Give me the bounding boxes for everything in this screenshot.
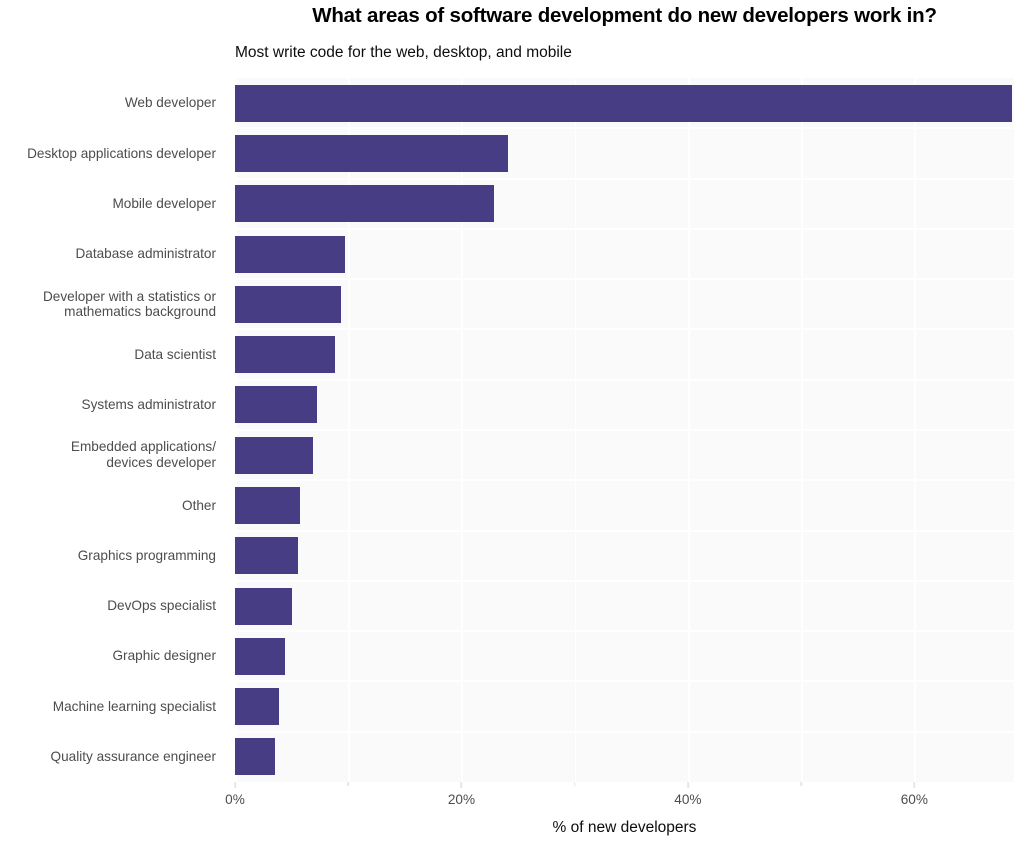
horizontal-gridline bbox=[235, 379, 1014, 381]
bar bbox=[235, 286, 341, 323]
bar bbox=[235, 638, 285, 675]
bar bbox=[235, 738, 275, 775]
chart-subtitle: Most write code for the web, desktop, an… bbox=[235, 44, 1014, 63]
bar bbox=[235, 386, 317, 423]
bar bbox=[235, 688, 279, 725]
y-axis-label: DevOps specialist bbox=[0, 588, 226, 625]
horizontal-gridline bbox=[235, 580, 1014, 582]
x-tick-mark-minor bbox=[574, 782, 576, 786]
bar bbox=[235, 135, 508, 172]
x-tick-mark bbox=[687, 782, 689, 788]
y-axis-label: Embedded applications/ devices developer bbox=[0, 437, 226, 474]
horizontal-gridline bbox=[235, 178, 1014, 180]
y-axis-label: Database administrator bbox=[0, 236, 226, 273]
y-axis-label: Quality assurance engineer bbox=[0, 738, 226, 775]
vertical-gridline bbox=[461, 78, 463, 782]
bar bbox=[235, 336, 335, 373]
horizontal-gridline bbox=[235, 479, 1014, 481]
y-axis-label: Graphics programming bbox=[0, 537, 226, 574]
horizontal-gridline bbox=[235, 630, 1014, 632]
y-axis-labels: Web developer Desktop applications develo… bbox=[0, 78, 226, 782]
y-axis-label: Systems administrator bbox=[0, 386, 226, 423]
vertical-gridline bbox=[235, 78, 237, 782]
x-tick-label: 60% bbox=[901, 792, 928, 807]
horizontal-gridline bbox=[235, 127, 1014, 129]
horizontal-gridline bbox=[235, 680, 1014, 682]
plot-area bbox=[235, 78, 1014, 782]
horizontal-gridline bbox=[235, 328, 1014, 330]
horizontal-gridline bbox=[235, 278, 1014, 280]
x-tick-mark bbox=[914, 782, 916, 788]
bar bbox=[235, 437, 313, 474]
bar bbox=[235, 236, 345, 273]
x-tick-mark-minor bbox=[347, 782, 349, 786]
vertical-gridline-minor bbox=[801, 78, 803, 782]
y-axis-label: Developer with a statistics or mathemati… bbox=[0, 286, 226, 323]
x-tick-mark-minor bbox=[800, 782, 802, 786]
bar bbox=[235, 537, 298, 574]
y-axis-label: Machine learning specialist bbox=[0, 688, 226, 725]
bar-chart: What areas of software development do ne… bbox=[0, 0, 1024, 853]
y-axis-label: Graphic designer bbox=[0, 638, 226, 675]
bar bbox=[235, 185, 494, 222]
horizontal-gridline bbox=[235, 228, 1014, 230]
y-axis-label: Data scientist bbox=[0, 336, 226, 373]
y-axis-label: Web developer bbox=[0, 85, 226, 122]
bar bbox=[235, 487, 300, 524]
horizontal-gridline bbox=[235, 530, 1014, 532]
vertical-gridline-minor bbox=[348, 78, 350, 782]
vertical-gridline bbox=[914, 78, 916, 782]
x-tick-mark bbox=[461, 782, 463, 788]
x-tick-label: 40% bbox=[674, 792, 701, 807]
x-tick-label: 20% bbox=[448, 792, 475, 807]
x-axis-ticks: 0%20%40%60% bbox=[235, 782, 1014, 816]
y-axis-label: Desktop applications developer bbox=[0, 135, 226, 172]
bar bbox=[235, 588, 292, 625]
y-axis-label: Mobile developer bbox=[0, 185, 226, 222]
vertical-gridline-minor bbox=[575, 78, 577, 782]
vertical-gridline bbox=[688, 78, 690, 782]
x-tick-label: 0% bbox=[225, 792, 245, 807]
horizontal-gridline bbox=[235, 429, 1014, 431]
bar bbox=[235, 85, 1012, 122]
x-axis-title: % of new developers bbox=[235, 819, 1014, 837]
chart-title: What areas of software development do ne… bbox=[235, 4, 1014, 29]
horizontal-gridline bbox=[235, 731, 1014, 733]
y-axis-label: Other bbox=[0, 487, 226, 524]
x-tick-mark bbox=[234, 782, 236, 788]
